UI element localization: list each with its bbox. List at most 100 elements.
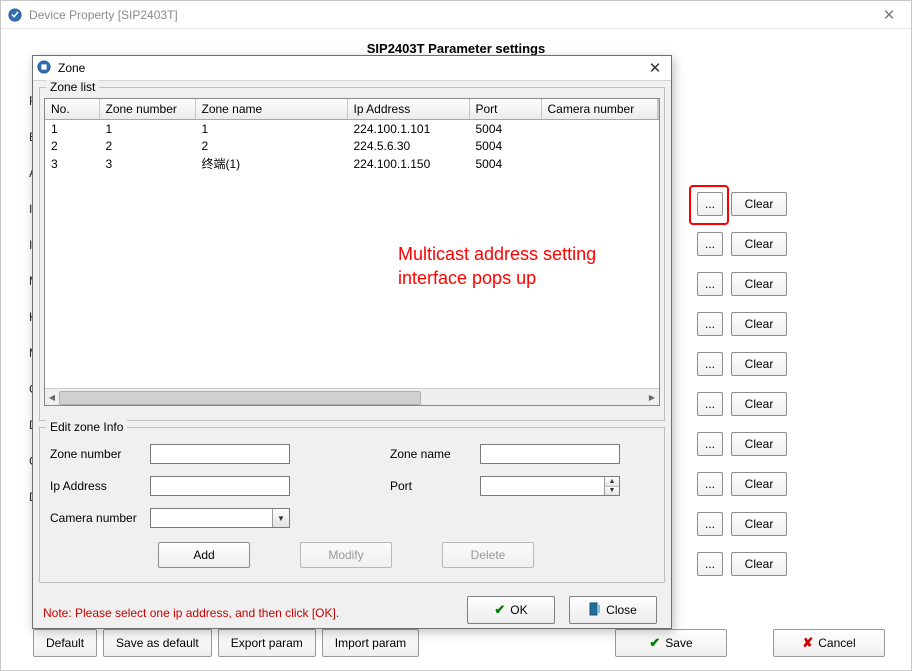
add-button[interactable]: Add: [158, 542, 250, 568]
browse-button[interactable]: ...: [697, 312, 723, 336]
zone-dialog-icon: [37, 60, 53, 76]
check-icon: ✔: [649, 635, 660, 651]
table-row[interactable]: 3 3 终端(1) 224.100.1.150 5004: [45, 154, 659, 173]
col-camera-number[interactable]: Camera number: [541, 99, 657, 120]
parent-title-text: Device Property [SIP2403T]: [29, 8, 178, 22]
door-icon: [589, 602, 601, 619]
scroll-thumb[interactable]: [59, 391, 421, 405]
ok-button[interactable]: ✔ OK: [467, 596, 555, 624]
parent-titlebar: Device Property [SIP2403T] ✕: [1, 1, 911, 29]
label-zone-number: Zone number: [50, 447, 150, 461]
clear-button[interactable]: Clear: [731, 232, 787, 256]
check-icon: ✔: [494, 602, 505, 618]
col-zone-number[interactable]: Zone number: [99, 99, 195, 120]
cancel-button[interactable]: ✘Cancel: [773, 629, 885, 657]
cell-ip-address: 224.100.1.150: [347, 154, 469, 173]
clear-button[interactable]: Clear: [731, 552, 787, 576]
save-as-default-button[interactable]: Save as default: [103, 629, 212, 657]
edit-zone-info-group: Edit zone Info Zone number Zone name Ip …: [39, 427, 665, 583]
page-title: SIP2403T Parameter settings: [1, 41, 911, 56]
ip-address-field[interactable]: [150, 476, 290, 496]
cell-no: 1: [45, 120, 99, 138]
label-port: Port: [390, 479, 480, 493]
col-filler: [657, 99, 659, 120]
browse-button[interactable]: ...: [697, 392, 723, 416]
col-no[interactable]: No.: [45, 99, 99, 120]
clear-button[interactable]: Clear: [731, 192, 787, 216]
cell-camera-number: [541, 154, 657, 173]
table-row[interactable]: 1 1 1 224.100.1.101 5004: [45, 120, 659, 138]
zone-title-text: Zone: [58, 61, 85, 75]
zone-name-field[interactable]: [480, 444, 620, 464]
clear-button[interactable]: Clear: [731, 432, 787, 456]
scroll-right-arrow-icon[interactable]: ▶: [645, 389, 659, 405]
browse-button[interactable]: ...: [697, 232, 723, 256]
browse-button[interactable]: ...: [697, 472, 723, 496]
cell-zone-name: 终端(1): [195, 154, 347, 173]
parent-close-button[interactable]: ✕: [867, 1, 911, 28]
zone-list-label: Zone list: [46, 80, 99, 94]
spin-up-icon[interactable]: ▲: [604, 477, 619, 487]
clear-button[interactable]: Clear: [731, 512, 787, 536]
cell-zone-name: 2: [195, 137, 347, 154]
label-zone-name: Zone name: [390, 447, 480, 461]
scroll-left-arrow-icon[interactable]: ◀: [45, 389, 59, 405]
zone-dialog: Zone ✕ Zone list No. Zone number Zone na…: [32, 55, 672, 629]
note-text: Note: Please select one ip address, and …: [43, 606, 339, 620]
zone-number-field[interactable]: [150, 444, 290, 464]
cell-no: 2: [45, 137, 99, 154]
app-icon: [7, 7, 23, 23]
label-camera-number: Camera number: [50, 511, 150, 525]
default-button[interactable]: Default: [33, 629, 97, 657]
delete-button[interactable]: Delete: [442, 542, 534, 568]
clear-button[interactable]: Clear: [731, 352, 787, 376]
cell-zone-number: 3: [99, 154, 195, 173]
x-icon: ✘: [802, 635, 813, 651]
col-zone-name[interactable]: Zone name: [195, 99, 347, 120]
import-param-button[interactable]: Import param: [322, 629, 419, 657]
label-ip-address: Ip Address: [50, 479, 150, 493]
chevron-down-icon[interactable]: ▼: [272, 509, 289, 527]
clear-button[interactable]: Clear: [731, 272, 787, 296]
cell-zone-number: 2: [99, 137, 195, 154]
clear-button[interactable]: Clear: [731, 392, 787, 416]
cell-ip-address: 224.5.6.30: [347, 137, 469, 154]
save-button[interactable]: ✔Save: [615, 629, 727, 657]
config-row-actions: ... Clear ... Clear ... Clear ... Clear ... C…: [697, 191, 857, 591]
cell-camera-number: [541, 137, 657, 154]
modify-button[interactable]: Modify: [300, 542, 392, 568]
cell-port: 5004: [469, 120, 541, 138]
cell-port: 5004: [469, 137, 541, 154]
browse-button[interactable]: ...: [697, 192, 723, 216]
browse-button[interactable]: ...: [697, 432, 723, 456]
table-row[interactable]: 2 2 2 224.5.6.30 5004: [45, 137, 659, 154]
zone-close-button[interactable]: ✕: [639, 59, 671, 77]
port-stepper[interactable]: [480, 476, 620, 496]
cell-camera-number: [541, 120, 657, 138]
cell-no: 3: [45, 154, 99, 173]
cell-zone-number: 1: [99, 120, 195, 138]
close-button[interactable]: Close: [569, 596, 657, 624]
edit-zone-label: Edit zone Info: [46, 420, 127, 434]
col-port[interactable]: Port: [469, 99, 541, 120]
browse-button[interactable]: ...: [697, 512, 723, 536]
browse-button[interactable]: ...: [697, 272, 723, 296]
cell-zone-name: 1: [195, 120, 347, 138]
cell-port: 5004: [469, 154, 541, 173]
zone-titlebar: Zone ✕: [33, 56, 671, 81]
export-param-button[interactable]: Export param: [218, 629, 316, 657]
table-horizontal-scrollbar[interactable]: ◀ ▶: [45, 388, 659, 405]
clear-button[interactable]: Clear: [731, 472, 787, 496]
browse-button[interactable]: ...: [697, 352, 723, 376]
zone-list-group: Zone list No. Zone number Zone name Ip A…: [39, 87, 665, 421]
table-header-row: No. Zone number Zone name Ip Address Por…: [45, 99, 659, 120]
camera-number-select[interactable]: [150, 508, 290, 528]
zone-table[interactable]: No. Zone number Zone name Ip Address Por…: [44, 98, 660, 406]
spin-down-icon[interactable]: ▼: [604, 487, 619, 496]
parent-bottom-bar: Default Save as default Export param Imp…: [33, 629, 891, 657]
table-empty-area: [45, 173, 659, 388]
browse-button[interactable]: ...: [697, 552, 723, 576]
clear-button[interactable]: Clear: [731, 312, 787, 336]
col-ip-address[interactable]: Ip Address: [347, 99, 469, 120]
cell-ip-address: 224.100.1.101: [347, 120, 469, 138]
